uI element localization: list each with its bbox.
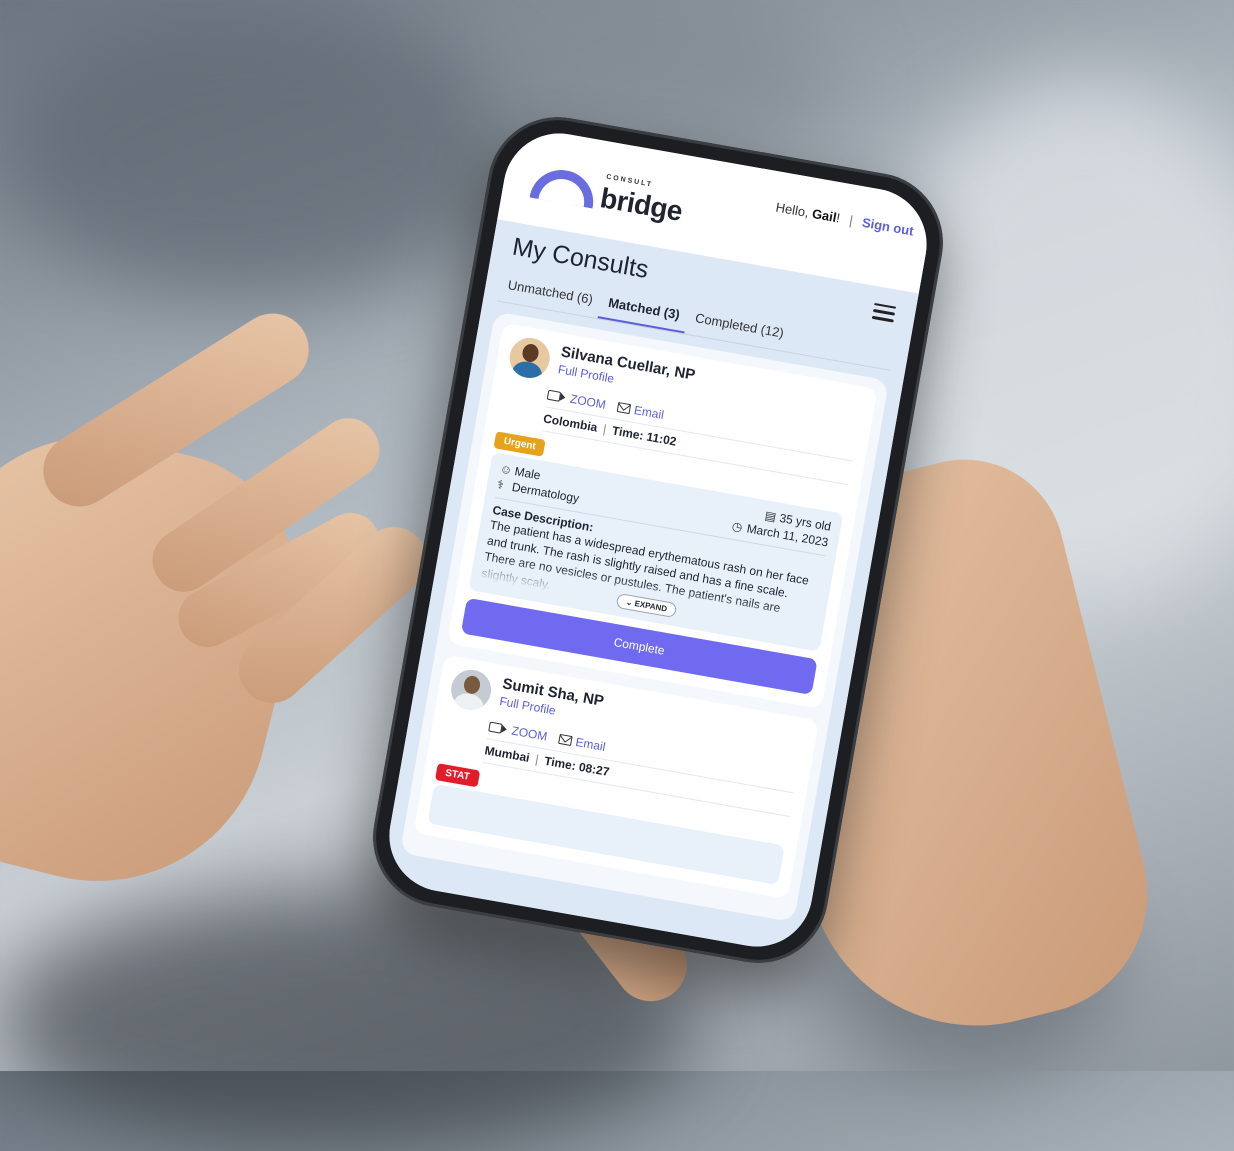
logo-arc-icon <box>529 164 599 209</box>
person-icon: ☺ <box>498 461 514 478</box>
menu-line <box>874 302 897 309</box>
video-camera-icon <box>488 721 503 734</box>
logo-text: CONSULT bridge <box>597 174 685 228</box>
tab-unmatched[interactable]: Unmatched (6) <box>497 270 603 318</box>
background-blur <box>0 0 520 300</box>
zoom-link[interactable]: ZOOM <box>488 719 549 744</box>
sign-out-link[interactable]: Sign out <box>861 215 915 239</box>
divider: | <box>601 421 608 437</box>
menu-line <box>872 309 896 316</box>
provider-avatar <box>506 334 553 382</box>
zoom-label: ZOOM <box>510 723 549 744</box>
email-link[interactable]: Email <box>558 732 607 754</box>
video-camera-icon <box>546 389 562 402</box>
hamburger-menu-icon[interactable] <box>871 302 897 323</box>
provider-avatar <box>448 666 495 713</box>
expand-label: EXPAND <box>633 598 668 614</box>
zoom-label: ZOOM <box>569 391 607 412</box>
consult-list: Silvana Cuellar, NP Full Profile ZOOM Em… <box>399 311 890 923</box>
divider: | <box>534 751 540 767</box>
greeting-prefix: Hello, <box>774 199 814 221</box>
priority-badge: STAT <box>434 762 480 788</box>
email-link[interactable]: Email <box>616 400 665 422</box>
logo-main-text: bridge <box>597 182 685 227</box>
stethoscope-icon: ⚕ <box>496 477 505 493</box>
user-greeting: Hello, Gail! | Sign out <box>775 200 915 239</box>
tab-completed[interactable]: Completed (12) <box>684 303 793 352</box>
user-name: Gail <box>810 205 838 225</box>
tab-matched[interactable]: Matched (3) <box>597 287 690 334</box>
email-label: Email <box>633 403 666 423</box>
envelope-icon <box>558 733 573 746</box>
avatar-head <box>521 342 540 364</box>
envelope-icon <box>616 402 632 415</box>
consult-bridge-logo[interactable]: CONSULT bridge <box>529 164 686 228</box>
email-label: Email <box>574 734 607 754</box>
menu-line <box>871 315 894 323</box>
avatar-body <box>510 359 544 382</box>
calendar-icon: ▤ <box>763 508 778 525</box>
consult-card: Silvana Cuellar, NP Full Profile ZOOM Em… <box>446 322 878 709</box>
gender: Male <box>513 464 542 483</box>
zoom-link[interactable]: ZOOM <box>546 388 607 412</box>
clock-icon: ◷ <box>730 518 744 535</box>
provider-info: Sumit Sha, NP Full Profile <box>498 675 605 727</box>
avatar-head <box>462 674 482 695</box>
greeting-separator: | <box>848 212 855 228</box>
avatar-body <box>451 690 486 713</box>
location: Mumbai <box>483 742 531 765</box>
